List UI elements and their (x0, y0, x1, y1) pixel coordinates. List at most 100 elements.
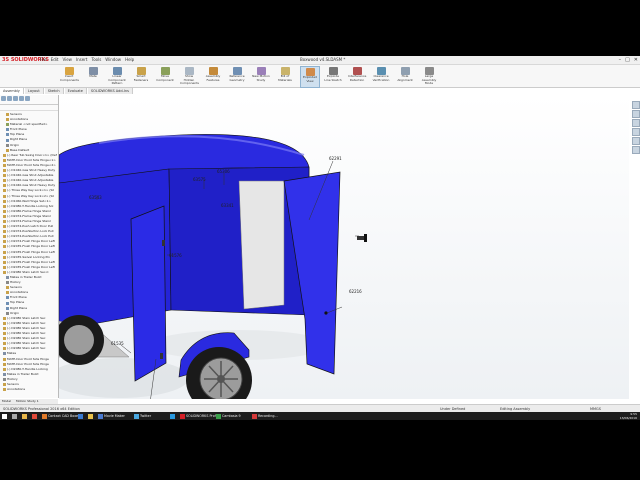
tab-sketch[interactable]: Sketch (44, 88, 64, 94)
tree-node-icon (3, 372, 6, 376)
reference-geometry-button[interactable]: Reference Geometry (228, 66, 246, 86)
custom-properties-icon[interactable] (632, 146, 640, 154)
appearances-icon[interactable] (632, 137, 640, 145)
explode-line-sketch-button[interactable]: Explode Line Sketch (324, 66, 342, 86)
title-bar: 3S SOLIDWORKS File Edit View Insert Tools Win… (0, 56, 640, 65)
tree-item[interactable]: Annotations (0, 387, 58, 392)
taskbar-label: Movie Maker (104, 414, 125, 418)
tree-item-label: Annotations (7, 387, 26, 392)
tree-node-icon (3, 342, 6, 346)
tree-node-icon (3, 352, 6, 356)
new-motion-study-button[interactable]: New Motion Study (252, 66, 270, 86)
search-icon (12, 413, 17, 419)
menu-view[interactable]: View (62, 56, 72, 64)
linear-component-pattern-button[interactable]: Linear Component Pattern (108, 66, 126, 86)
taskbar-folder[interactable] (88, 413, 94, 419)
tree-node-icon (3, 260, 6, 264)
menu-file[interactable]: File (40, 56, 47, 64)
resources-icon[interactable] (632, 101, 640, 109)
show-hidden-components-button[interactable]: Show Hidden Components (180, 66, 199, 86)
menu-help[interactable]: Help (125, 56, 134, 64)
tree-node-icon (6, 306, 9, 310)
file-explorer-icon[interactable] (632, 119, 640, 127)
tree-node-icon (3, 321, 6, 325)
graphics-area[interactable]: 62291 65306 63575 63341 63543 62216 6153… (49, 95, 629, 420)
configuration-icon[interactable] (13, 96, 18, 101)
taskbar-recording[interactable]: Recording... (252, 413, 278, 419)
assembly-features-button[interactable]: Assembly Features (204, 66, 222, 86)
tree-node-icon (3, 209, 6, 213)
menu-tools[interactable]: Tools (91, 56, 101, 64)
recording-icon (252, 413, 257, 419)
trailer-interior (238, 180, 285, 310)
taskbar-label: Camtasia 9 (222, 414, 241, 418)
callout-label: 61535 (111, 341, 124, 346)
tree-node-icon (6, 291, 9, 295)
twitter-icon (134, 413, 139, 419)
chrome-icon (32, 413, 37, 419)
tab-solidworks-add-ins[interactable]: SOLIDWORKS Add-Ins (87, 88, 133, 94)
taskbar-chrome[interactable] (32, 413, 38, 419)
tree-node-icon (3, 245, 6, 249)
taskbar-firefox[interactable]: Contact CAD Boxes (42, 413, 80, 419)
taskbar-search[interactable] (12, 413, 18, 419)
display-manager-icon[interactable] (25, 96, 30, 101)
tab-layout[interactable]: Layout (24, 88, 44, 94)
callout-label: 63341 (221, 203, 234, 208)
exploded-view-button[interactable]: Exploded View (300, 66, 320, 88)
large-assembly-mode-button[interactable]: Large Assembly Mode (420, 66, 438, 86)
callout-label: 62216 (349, 289, 362, 294)
taskbar-file-explorer[interactable] (22, 413, 28, 419)
tree-node-icon (6, 281, 9, 285)
menu-window[interactable]: Window (105, 56, 121, 64)
tree-node-icon (3, 214, 6, 218)
taskbar-email[interactable] (78, 413, 84, 419)
ribbon-label: Explode Line Sketch (324, 74, 342, 82)
tree-node-icon (3, 362, 6, 366)
tab-assembly[interactable]: Assembly (0, 88, 24, 94)
clearance-verification-button[interactable]: Clearance Verification (372, 66, 390, 86)
ribbon-label: New Motion Study (252, 74, 270, 82)
skype-icon (170, 413, 175, 419)
hole-alignment-button[interactable]: Hole Alignment (396, 66, 414, 86)
tree-node-icon (6, 148, 9, 152)
bill-of-materials-button[interactable]: Bill of Materials (276, 66, 294, 86)
tree-node-icon (3, 220, 6, 224)
menu-insert[interactable]: Insert (76, 56, 87, 64)
mate-button[interactable]: Mate (84, 66, 102, 86)
taskbar-clock[interactable]: 9:55 13/06/2016 (620, 412, 637, 420)
taskbar-movie-maker[interactable]: Movie Maker (98, 413, 125, 419)
tree-node-icon (3, 326, 6, 330)
move-component-button[interactable]: Move Component (156, 66, 174, 86)
tree-node-icon (3, 204, 6, 208)
ribbon-label: Reference Geometry (229, 74, 245, 82)
ribbon-label: Move Component (156, 74, 174, 82)
tab-evaluate[interactable]: Evaluate (64, 88, 87, 94)
callout-label: 65306 (217, 169, 230, 174)
maximize-button[interactable]: □ (625, 56, 630, 64)
taskbar-camtasia[interactable]: Camtasia 9 (216, 413, 241, 419)
tree-node-icon (3, 189, 6, 193)
minimize-button[interactable]: – (619, 56, 622, 64)
taskbar-label: SOLIDWORKS Profes (186, 414, 220, 418)
taskbar-skype[interactable] (170, 413, 176, 419)
close-button[interactable]: ✕ (634, 56, 638, 64)
interference-detection-button[interactable]: Interference Detection (348, 66, 366, 86)
design-library-icon[interactable] (632, 110, 640, 118)
feature-tree-icon[interactable] (1, 96, 6, 101)
menu-edit[interactable]: Edit (51, 56, 59, 64)
smart-fasteners-button[interactable]: Smart Fasteners (132, 66, 150, 86)
tree-node-icon (6, 276, 9, 280)
property-manager-icon[interactable] (7, 96, 12, 101)
email-icon (78, 413, 83, 419)
view-palette-icon[interactable] (632, 128, 640, 136)
taskbar-solidworks[interactable]: SOLIDWORKS Profes (180, 413, 220, 419)
tree-node-icon (6, 133, 9, 137)
dimxpert-icon[interactable] (19, 96, 24, 101)
hitch-fastener (357, 234, 367, 242)
insert-components-button[interactable]: Insert Components (60, 66, 79, 86)
taskbar-twitter[interactable]: Twitter (134, 413, 151, 419)
taskbar-windows-start[interactable] (2, 413, 8, 419)
door-hinge (160, 353, 163, 359)
tree-node-icon (6, 123, 9, 127)
